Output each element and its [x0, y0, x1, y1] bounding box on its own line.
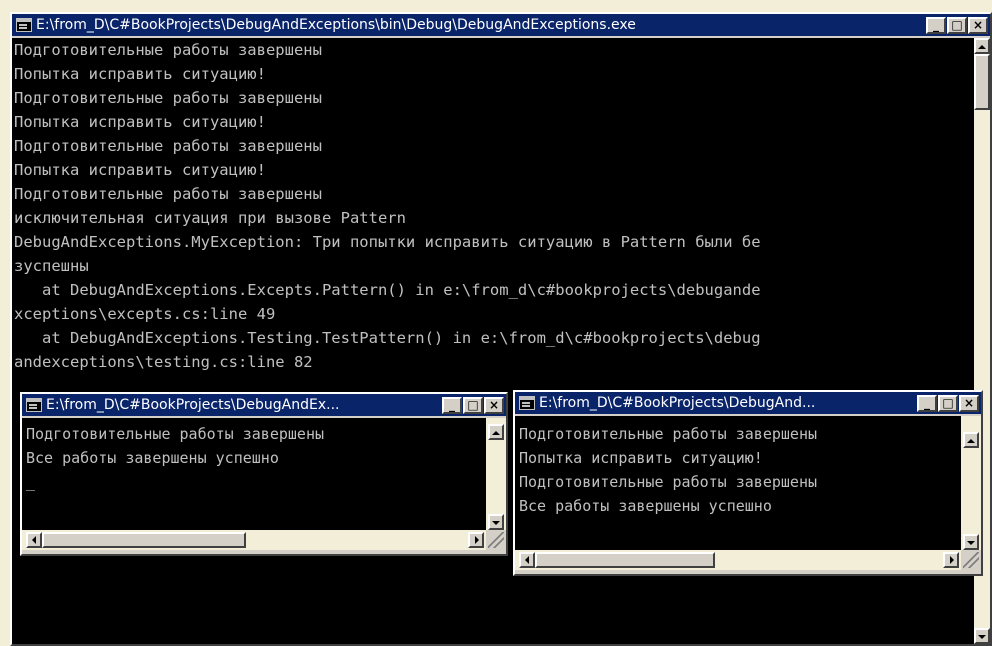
- scroll-up-button[interactable]: [488, 424, 504, 440]
- left-vertical-scrollbar[interactable]: [486, 418, 506, 530]
- console-window-icon: [16, 18, 32, 32]
- right-console-output[interactable]: Подготовительные работы завершены Попытк…: [515, 416, 961, 550]
- console-line: Подготовительные работы завершены: [14, 137, 322, 155]
- console-line: andexceptions\testing.cs:line 82: [14, 353, 313, 371]
- console-line: DebugAndExceptions.MyException: Три попы…: [14, 233, 761, 251]
- scroll-right-button[interactable]: [943, 552, 959, 568]
- scroll-thumb[interactable]: [42, 532, 246, 548]
- console-window-icon: [26, 398, 42, 412]
- left-horizontal-scrollbar[interactable]: [22, 530, 486, 550]
- console-line: зуспешны: [14, 257, 89, 275]
- maximize-button[interactable]: □: [938, 395, 958, 412]
- console-line: Подготовительные работы завершены: [14, 89, 322, 107]
- text-cursor: _: [26, 473, 36, 491]
- console-line: Попытка исправить ситуацию!: [519, 449, 763, 467]
- console-line: Все работы завершены успешно: [519, 497, 772, 515]
- console-line: Подготовительные работы завершены: [26, 425, 325, 443]
- main-window-title: E:\from_D\C#BookProjects\DebugAndExcepti…: [36, 17, 636, 33]
- scroll-down-button[interactable]: [488, 514, 504, 530]
- minimize-button[interactable]: _: [917, 395, 937, 412]
- scroll-left-button[interactable]: [26, 532, 42, 548]
- scroll-thumb[interactable]: [535, 552, 715, 568]
- scroll-up-button[interactable]: [963, 432, 979, 448]
- right-console-window: E:\from_D\C#BookProjects\DebugAnd... _ □…: [513, 390, 983, 576]
- scroll-left-button[interactable]: [519, 552, 535, 568]
- scroll-up-button[interactable]: [974, 38, 990, 54]
- maximize-button[interactable]: □: [463, 397, 483, 414]
- scroll-down-button[interactable]: [974, 628, 990, 644]
- console-line: at DebugAndExceptions.Excepts.Pattern() …: [14, 281, 761, 299]
- left-console-window: E:\from_D\C#BookProjects\DebugAndEx... _…: [20, 392, 508, 556]
- left-console-output[interactable]: Подготовительные работы завершены Все ра…: [22, 418, 486, 530]
- scroll-down-button[interactable]: [963, 534, 979, 550]
- console-line: Подготовительные работы завершены: [14, 41, 322, 59]
- close-button[interactable]: ×: [484, 397, 504, 414]
- resize-grip[interactable]: [488, 532, 504, 548]
- console-line: исключительная ситуация при вызове Patte…: [14, 209, 406, 227]
- console-line: Попытка исправить ситуацию!: [14, 161, 266, 179]
- console-line: at DebugAndExceptions.Testing.TestPatter…: [14, 329, 761, 347]
- scroll-thumb[interactable]: [974, 54, 990, 110]
- console-line: Подготовительные работы завершены: [14, 185, 322, 203]
- left-window-title: E:\from_D\C#BookProjects\DebugAndEx...: [46, 397, 340, 413]
- minimize-button[interactable]: _: [926, 17, 946, 34]
- right-title-bar[interactable]: E:\from_D\C#BookProjects\DebugAnd... _ □…: [515, 392, 981, 414]
- close-button[interactable]: ×: [959, 395, 979, 412]
- main-title-bar[interactable]: E:\from_D\C#BookProjects\DebugAndExcepti…: [12, 14, 990, 36]
- console-line: Все работы завершены успешно: [26, 449, 279, 467]
- right-horizontal-scrollbar[interactable]: [515, 550, 961, 570]
- console-line: Подготовительные работы завершены: [519, 425, 818, 443]
- console-line: Подготовительные работы завершены: [519, 473, 818, 491]
- console-window-icon: [519, 396, 535, 410]
- scroll-right-button[interactable]: [468, 532, 484, 548]
- right-window-title: E:\from_D\C#BookProjects\DebugAnd...: [539, 395, 816, 411]
- resize-grip[interactable]: [963, 552, 979, 568]
- close-button[interactable]: ×: [968, 17, 988, 34]
- right-vertical-scrollbar[interactable]: [961, 416, 981, 550]
- console-line: Попытка исправить ситуацию!: [14, 65, 266, 83]
- maximize-button[interactable]: □: [947, 17, 967, 34]
- console-line: Попытка исправить ситуацию!: [14, 113, 266, 131]
- console-line: xceptions\excepts.cs:line 49: [14, 305, 276, 323]
- minimize-button[interactable]: _: [442, 397, 462, 414]
- left-title-bar[interactable]: E:\from_D\C#BookProjects\DebugAndEx... _…: [22, 394, 506, 416]
